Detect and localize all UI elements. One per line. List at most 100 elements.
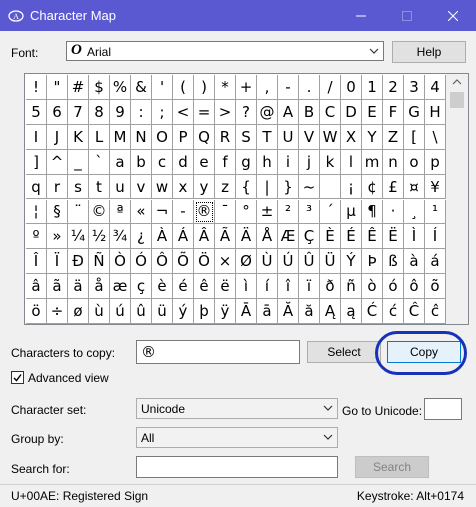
- character-cell[interactable]: Ù: [257, 249, 278, 275]
- character-cell[interactable]: È: [320, 224, 341, 250]
- character-cell[interactable]: è: [152, 274, 173, 300]
- character-cell[interactable]: .: [299, 75, 320, 100]
- character-grid[interactable]: ! " # $% & '() * +, -./0 1 2 3 4 5 6 7 8 9:; < = >? @ A B C D E F G H…: [24, 73, 469, 325]
- character-cell[interactable]: M: [110, 124, 131, 150]
- scroll-up-arrow-icon[interactable]: [452, 78, 462, 86]
- character-cell[interactable]: é: [173, 274, 194, 300]
- character-cell[interactable]: ă: [299, 299, 320, 324]
- group-by-dropdown[interactable]: All: [136, 427, 338, 448]
- character-cell[interactable]: 2: [383, 75, 404, 100]
- character-cell[interactable]: Æ: [278, 224, 299, 250]
- character-cell[interactable]: i: [278, 149, 299, 175]
- character-cell[interactable]: þ: [194, 299, 215, 324]
- character-cell[interactable]: ñ: [341, 274, 362, 300]
- character-cell[interactable]: V: [299, 124, 320, 150]
- character-cell[interactable]: ú: [110, 299, 131, 324]
- character-cell[interactable]: ]: [26, 149, 47, 175]
- character-cell[interactable]: ä: [68, 274, 89, 300]
- character-cell[interactable]: R: [215, 124, 236, 150]
- character-cell[interactable]: (: [173, 75, 194, 100]
- scrollbar-thumb[interactable]: [450, 92, 464, 108]
- character-cell[interactable]: °: [236, 199, 257, 225]
- character-cell[interactable]: N: [131, 124, 152, 150]
- character-cell[interactable]: j: [299, 149, 320, 175]
- character-cell[interactable]: Î: [26, 249, 47, 275]
- character-cell[interactable]: v: [131, 174, 152, 200]
- character-cell[interactable]: <: [173, 99, 194, 125]
- character-cell[interactable]: e: [194, 149, 215, 175]
- character-cell[interactable]: ¹: [425, 199, 446, 225]
- character-cell[interactable]: ó: [383, 274, 404, 300]
- character-cell[interactable]: ¿: [131, 224, 152, 250]
- character-cell[interactable]: H: [425, 99, 446, 125]
- character-cell[interactable]: W: [320, 124, 341, 150]
- character-cell[interactable]: g: [236, 149, 257, 175]
- character-cell[interactable]: m: [362, 149, 383, 175]
- character-cell[interactable]: ù: [89, 299, 110, 324]
- character-cell[interactable]: l: [341, 149, 362, 175]
- character-cell[interactable]: µ: [341, 199, 362, 225]
- character-cell[interactable]: y: [194, 174, 215, 200]
- character-cell[interactable]: K: [68, 124, 89, 150]
- character-cell[interactable]: a: [110, 149, 131, 175]
- character-cell[interactable]: _: [68, 149, 89, 175]
- character-cell[interactable]: r: [47, 174, 68, 200]
- character-cell[interactable]: 8: [89, 99, 110, 125]
- character-cell[interactable]: 4: [425, 75, 446, 100]
- character-cell[interactable]: »: [47, 224, 68, 250]
- character-cell[interactable]: ð: [320, 274, 341, 300]
- character-cell[interactable]: ĉ: [425, 299, 446, 324]
- character-cell[interactable]: ¯: [215, 199, 236, 225]
- character-cell[interactable]: !: [26, 75, 47, 100]
- character-cell[interactable]: Á: [173, 224, 194, 250]
- character-cell[interactable]: Ð: [68, 249, 89, 275]
- character-cell[interactable]: ³: [299, 199, 320, 225]
- character-cell[interactable]: Ü: [320, 249, 341, 275]
- character-cell[interactable]: À: [152, 224, 173, 250]
- character-cell[interactable]: |: [257, 174, 278, 200]
- close-button[interactable]: [430, 0, 476, 31]
- character-cell[interactable]: J: [47, 124, 68, 150]
- character-cell[interactable]: w: [152, 174, 173, 200]
- character-cell[interactable]: Ú: [278, 249, 299, 275]
- character-cell[interactable]: 3: [404, 75, 425, 100]
- character-cell[interactable]: Ă: [278, 299, 299, 324]
- character-cell[interactable]: ¤: [404, 174, 425, 200]
- character-cell[interactable]: «: [131, 199, 152, 225]
- character-cell[interactable]: Ø: [236, 249, 257, 275]
- character-cell[interactable]: `: [89, 149, 110, 175]
- character-cell[interactable]: =: [194, 99, 215, 125]
- character-cell[interactable]: ß: [383, 249, 404, 275]
- character-cell[interactable]: B: [299, 99, 320, 125]
- character-cell[interactable]: $: [89, 75, 110, 100]
- character-cell[interactable]: ¾: [110, 224, 131, 250]
- character-cell[interactable]: h: [257, 149, 278, 175]
- character-cell[interactable]: Ï: [47, 249, 68, 275]
- character-cell[interactable]: Þ: [362, 249, 383, 275]
- character-cell[interactable]: s: [68, 174, 89, 200]
- character-cell[interactable]: ½: [89, 224, 110, 250]
- character-cell[interactable]: æ: [110, 274, 131, 300]
- character-cell[interactable]: ²: [278, 199, 299, 225]
- character-cell[interactable]: ?: [236, 99, 257, 125]
- character-cell[interactable]: Ç: [299, 224, 320, 250]
- character-cell[interactable]: E: [362, 99, 383, 125]
- character-cell[interactable]: ~: [299, 174, 320, 200]
- character-cell[interactable]: õ: [425, 274, 446, 300]
- character-cell[interactable]: n: [383, 149, 404, 175]
- character-cell[interactable]: -: [173, 199, 194, 225]
- copy-button[interactable]: Copy: [387, 341, 461, 363]
- character-cell[interactable]: Ñ: [89, 249, 110, 275]
- character-cell[interactable]: à: [404, 249, 425, 275]
- character-cell[interactable]: ¼: [68, 224, 89, 250]
- select-button[interactable]: Select: [307, 341, 381, 363]
- character-cell[interactable]: D: [341, 99, 362, 125]
- character-cell[interactable]: Ò: [110, 249, 131, 275]
- font-dropdown[interactable]: O Arial: [66, 41, 384, 61]
- character-cell[interactable]: O: [152, 124, 173, 150]
- character-cell[interactable]: Ć: [362, 299, 383, 324]
- character-cell[interactable]: Í: [425, 224, 446, 250]
- character-cell[interactable]: x: [173, 174, 194, 200]
- character-cell[interactable]: ¶: [362, 199, 383, 225]
- character-cell[interactable]: Ą: [320, 299, 341, 324]
